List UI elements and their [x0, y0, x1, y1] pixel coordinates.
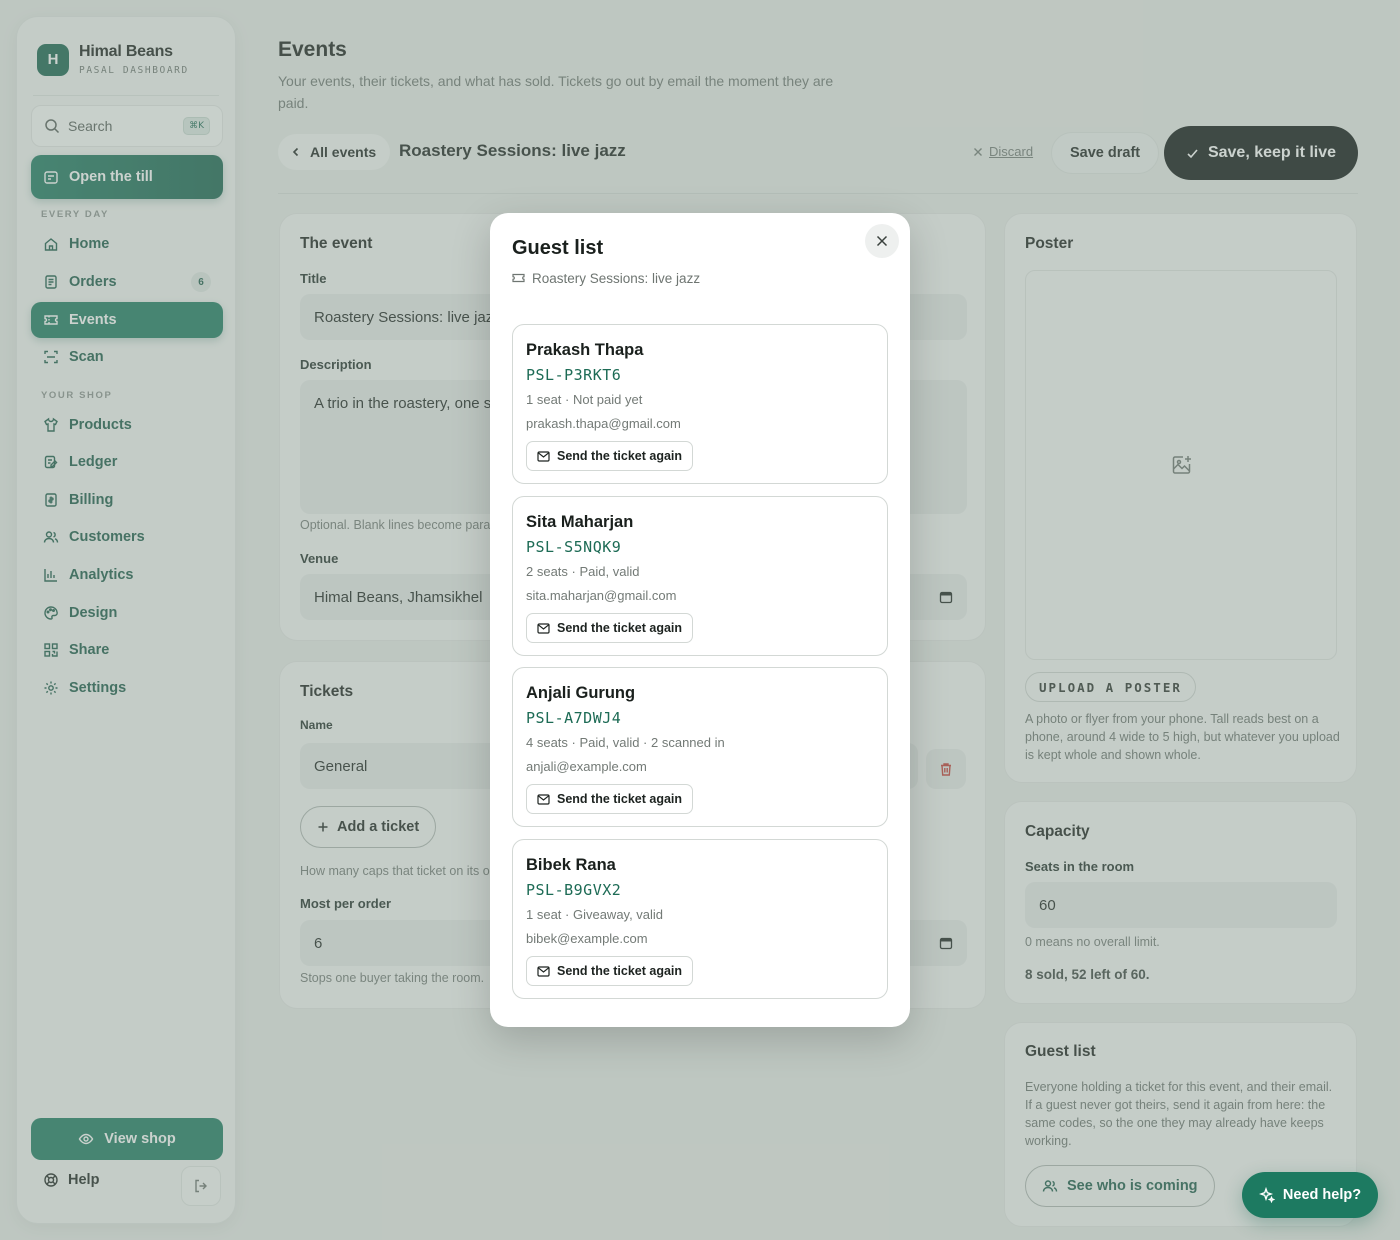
ticket-code: PSL-S5NQK9	[526, 538, 622, 556]
guest-name: Anjali Gurung	[526, 684, 636, 702]
modal-subtitle: Roastery Sessions: live jazz	[512, 271, 700, 286]
send-ticket-again-label: Send the ticket again	[557, 449, 683, 463]
send-ticket-again-label: Send the ticket again	[557, 964, 683, 978]
close-icon	[876, 235, 888, 247]
guest-card: Prakash Thapa PSL-P3RKT6 1 seat · Not pa…	[512, 324, 888, 484]
modal-title: Guest list	[512, 237, 604, 259]
need-help-button[interactable]: Need help?	[1242, 1172, 1378, 1218]
send-ticket-again-label: Send the ticket again	[557, 792, 683, 806]
mail-icon	[537, 793, 550, 805]
send-ticket-again-label: Send the ticket again	[557, 621, 683, 635]
ticket-code: PSL-P3RKT6	[526, 366, 622, 384]
ticket-code: PSL-B9GVX2	[526, 881, 622, 899]
ticket-code: PSL-A7DWJ4	[526, 709, 622, 727]
guest-name: Bibek Rana	[526, 856, 616, 874]
page: H Himal Beans PASAL DASHBOARD Search ⌘K …	[0, 0, 1400, 1240]
mail-icon	[537, 965, 550, 977]
send-ticket-again-button[interactable]: Send the ticket again	[526, 613, 694, 643]
guest-status: 2 seats · Paid, valid	[526, 564, 640, 579]
guest-email: bibek@example.com	[526, 931, 648, 946]
guest-name: Prakash Thapa	[526, 341, 644, 359]
guest-email: prakash.thapa@gmail.com	[526, 416, 681, 431]
sparkle-icon	[1258, 1187, 1275, 1203]
guest-name: Sita Maharjan	[526, 513, 634, 531]
send-ticket-again-button[interactable]: Send the ticket again	[526, 784, 694, 814]
modal-close-button[interactable]	[865, 224, 899, 258]
guest-status: 1 seat · Giveaway, valid	[526, 907, 664, 922]
guest-card: Bibek Rana PSL-B9GVX2 1 seat · Giveaway,…	[512, 839, 888, 999]
guest-email: anjali@example.com	[526, 759, 647, 774]
guest-status: 4 seats · Paid, valid · 2 scanned in	[526, 735, 725, 750]
guest-card: Anjali Gurung PSL-A7DWJ4 4 seats · Paid,…	[512, 667, 888, 827]
guest-status: 1 seat · Not paid yet	[526, 392, 643, 407]
send-ticket-again-button[interactable]: Send the ticket again	[526, 956, 694, 986]
guest-card: Sita Maharjan PSL-S5NQK9 2 seats · Paid,…	[512, 496, 888, 656]
send-ticket-again-button[interactable]: Send the ticket again	[526, 441, 694, 471]
guest-email: sita.maharjan@gmail.com	[526, 588, 677, 603]
mail-icon	[537, 450, 550, 462]
guest-list-modal: Guest list Roastery Sessions: live jazz …	[490, 213, 910, 1027]
ticket-icon	[512, 273, 525, 283]
mail-icon	[537, 622, 550, 634]
modal-subtitle-text: Roastery Sessions: live jazz	[532, 271, 701, 286]
need-help-label: Need help?	[1282, 1187, 1362, 1203]
